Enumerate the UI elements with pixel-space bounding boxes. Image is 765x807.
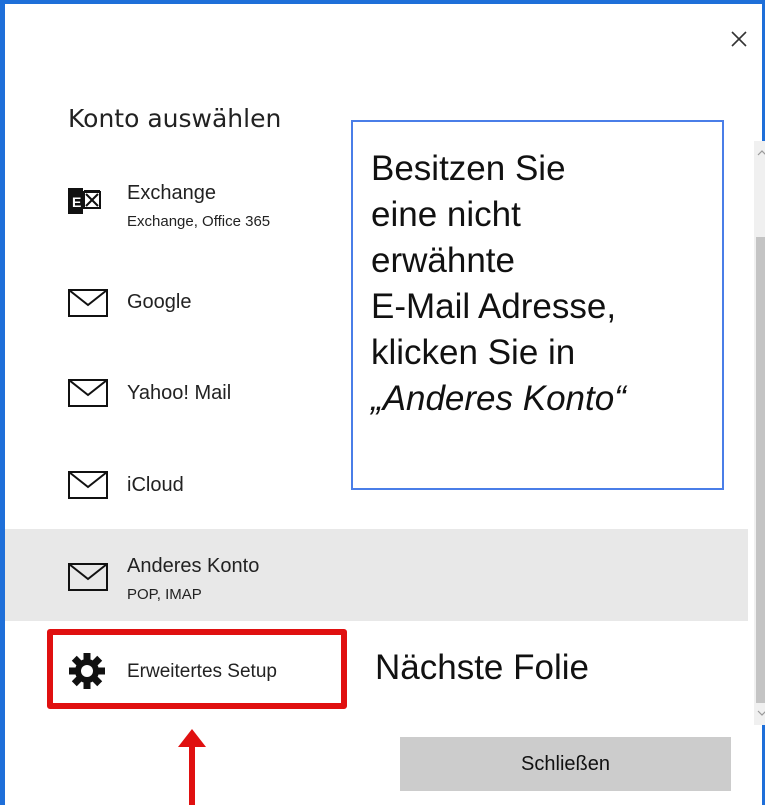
exchange-icon: E <box>68 188 101 214</box>
callout-line: E-Mail Adresse, <box>371 287 617 326</box>
account-item-other[interactable]: Anderes Konto POP, IMAP <box>5 529 748 621</box>
mail-icon <box>68 563 108 591</box>
mail-icon <box>68 289 108 317</box>
callout-line: eine nicht <box>371 195 521 234</box>
mail-icon <box>68 471 108 499</box>
callout-line: erwähnte <box>371 241 515 280</box>
svg-text:E: E <box>72 194 81 210</box>
mail-icon <box>68 379 108 407</box>
account-name: Anderes Konto <box>127 555 260 577</box>
account-subtitle: Exchange, Office 365 <box>127 213 271 230</box>
callout-line: Besitzen Sie <box>371 149 566 188</box>
scrollbar-thumb[interactable] <box>756 237 765 703</box>
account-name: Google <box>127 291 192 313</box>
annotation-callout: Besitzen Sie eine nicht erwähnte E-Mail … <box>351 120 724 490</box>
arrow-up-icon <box>178 729 206 805</box>
scroll-up-icon[interactable] <box>756 147 765 159</box>
dialog-title: Konto auswählen <box>68 104 282 133</box>
highlight-box <box>47 629 347 709</box>
callout-line: klicken Sie in <box>371 333 576 372</box>
account-subtitle: POP, IMAP <box>127 586 202 603</box>
next-slide-label: Nächste Folie <box>375 648 589 687</box>
account-name: Exchange <box>127 182 216 204</box>
close-button[interactable]: Schließen <box>400 737 731 791</box>
scrollbar[interactable] <box>754 141 765 725</box>
close-icon[interactable] <box>722 22 756 56</box>
account-name: Yahoo! Mail <box>127 382 232 404</box>
callout-line: „Anderes Konto“ <box>371 379 626 418</box>
scroll-down-icon[interactable] <box>756 707 765 719</box>
account-name: iCloud <box>127 474 184 496</box>
